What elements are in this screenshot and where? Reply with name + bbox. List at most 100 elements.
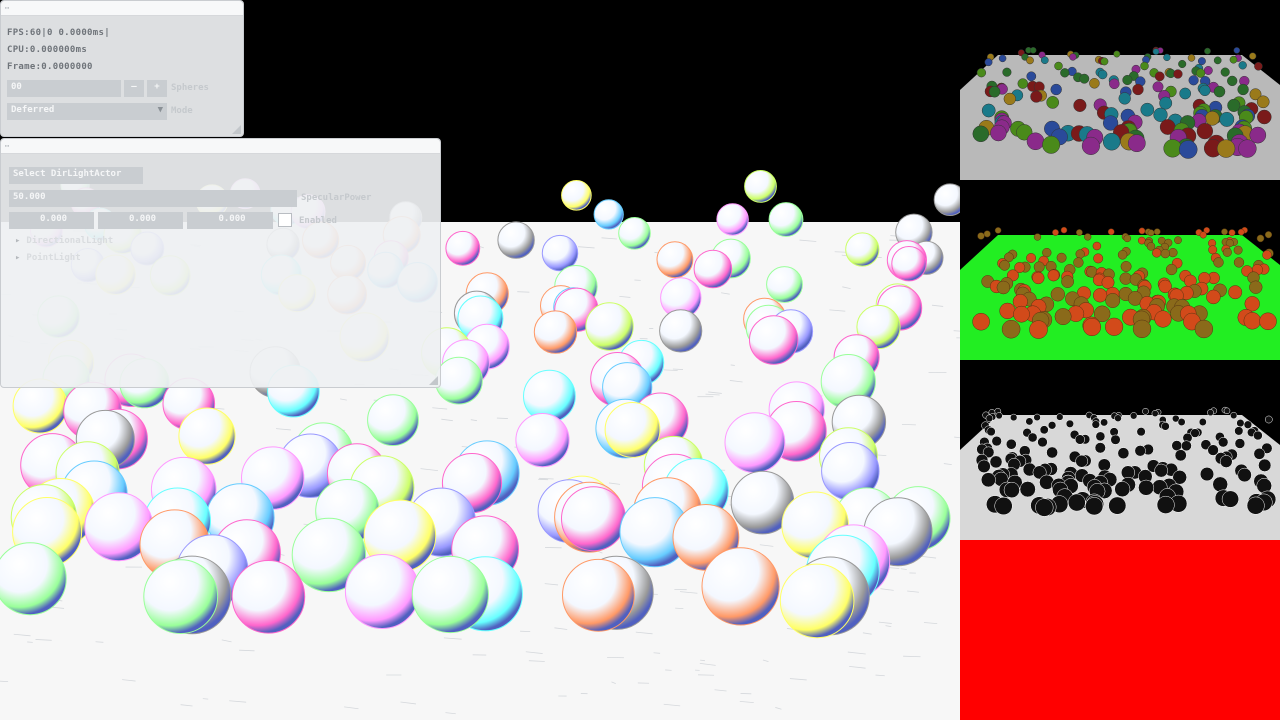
sphere <box>1198 418 1207 426</box>
render-mode-dropdown[interactable]: Deferred ▼ <box>7 103 167 120</box>
sphere <box>1075 454 1089 468</box>
sphere <box>1234 438 1246 449</box>
decrement-button[interactable]: – <box>124 80 144 97</box>
albedo-buffer-preview <box>960 0 1280 180</box>
cpu-readout: CPU:0.000000ms <box>7 45 88 55</box>
sphere <box>1047 421 1057 430</box>
select-light-button[interactable]: Select DirLightActor <box>9 167 143 184</box>
sphere <box>1089 78 1100 89</box>
sphere <box>1207 409 1214 417</box>
sphere <box>593 199 624 230</box>
sphere <box>1046 96 1060 109</box>
sphere <box>1238 61 1247 70</box>
sphere <box>701 547 780 626</box>
sphere <box>1054 61 1063 71</box>
titlebar-dots-icon: ⋯ <box>5 4 10 12</box>
sphere <box>1199 467 1215 482</box>
tree-item-directional-light[interactable]: ▸ DirectionalLight <box>15 236 113 246</box>
sphere <box>994 227 1002 234</box>
sphere <box>744 170 777 203</box>
sphere <box>1084 233 1092 241</box>
sphere <box>1152 48 1160 55</box>
sphere <box>1195 68 1206 78</box>
light-panel-titlebar[interactable]: ⋯ <box>1 139 440 154</box>
sphere <box>1249 280 1263 294</box>
specular-power-input[interactable]: 50.000 <box>9 190 297 207</box>
sphere <box>1102 132 1121 151</box>
sphere <box>1174 449 1187 462</box>
sphere <box>1173 69 1183 79</box>
sphere <box>1238 139 1257 158</box>
sphere <box>1142 407 1149 415</box>
depth-buffer-preview <box>960 540 1280 720</box>
normal-buffer-preview <box>960 180 1280 360</box>
sphere <box>1203 66 1213 75</box>
sphere <box>533 310 578 354</box>
sphere <box>983 230 991 238</box>
resize-grip-icon[interactable] <box>429 376 438 385</box>
sphere <box>1029 320 1048 339</box>
sphere <box>1042 135 1061 154</box>
vector-x-input[interactable]: 0.000 <box>9 212 94 229</box>
sphere <box>1152 81 1164 93</box>
sphere <box>1154 71 1165 82</box>
sphere <box>1206 289 1221 305</box>
enabled-checkbox[interactable] <box>278 213 292 227</box>
sphere <box>1132 319 1152 339</box>
sphere <box>1092 288 1108 303</box>
sphere-count-input[interactable]: 00 <box>7 80 121 97</box>
sphere <box>1056 413 1064 421</box>
sphere <box>1005 438 1017 450</box>
sphere <box>1092 241 1102 251</box>
sphere <box>178 407 236 465</box>
sphere <box>497 221 535 259</box>
sphere <box>143 559 219 634</box>
sphere <box>1253 430 1263 441</box>
sphere <box>561 486 626 552</box>
sphere <box>1114 481 1131 498</box>
sphere <box>1264 415 1273 424</box>
sphere <box>972 125 990 143</box>
sphere <box>1146 242 1156 251</box>
sphere <box>1159 96 1173 110</box>
sphere <box>1127 134 1146 153</box>
tree-item-point-light[interactable]: ▸ PointLight <box>15 253 81 263</box>
sphere <box>411 555 489 634</box>
sphere <box>1258 458 1272 472</box>
sphere <box>1246 496 1265 515</box>
sphere <box>1094 442 1106 454</box>
sphere <box>1035 498 1054 517</box>
increment-button[interactable]: + <box>147 80 167 97</box>
stats-panel-titlebar[interactable]: ⋯ <box>1 1 243 16</box>
sphere <box>1256 95 1270 109</box>
sphere <box>1229 55 1238 64</box>
sphere <box>1042 247 1052 258</box>
sphere <box>1140 61 1149 71</box>
sphere <box>1073 98 1087 112</box>
sphere <box>1213 56 1222 65</box>
sphere <box>1093 253 1104 264</box>
render-mode-label: Mode <box>171 106 193 116</box>
sphere <box>1061 275 1074 288</box>
sphere <box>1097 69 1108 80</box>
sphere <box>1233 257 1245 268</box>
sphere <box>845 232 880 267</box>
vector-y-input[interactable]: 0.000 <box>98 212 183 229</box>
sphere <box>1060 226 1068 234</box>
sphere <box>1259 312 1277 331</box>
sphere <box>1109 78 1120 90</box>
sphere <box>1056 252 1067 263</box>
sphere <box>1082 317 1102 337</box>
sphere <box>1140 102 1155 117</box>
light-panel[interactable]: ⋯ Select DirLightActor 50.000 SpecularPo… <box>0 138 441 388</box>
sphere <box>980 472 996 488</box>
sphere <box>1179 87 1192 100</box>
sphere <box>1237 228 1245 236</box>
sphere <box>989 455 1003 469</box>
resize-grip-icon[interactable] <box>232 125 241 134</box>
stats-panel[interactable]: ⋯ FPS:60|0 0.0000ms| CPU:0.000000ms Fram… <box>0 0 244 137</box>
sphere <box>1069 53 1077 61</box>
titlebar-dots-icon: ⋯ <box>5 142 10 150</box>
sphere <box>1132 83 1144 96</box>
vector-z-input[interactable]: 0.000 <box>187 212 273 229</box>
